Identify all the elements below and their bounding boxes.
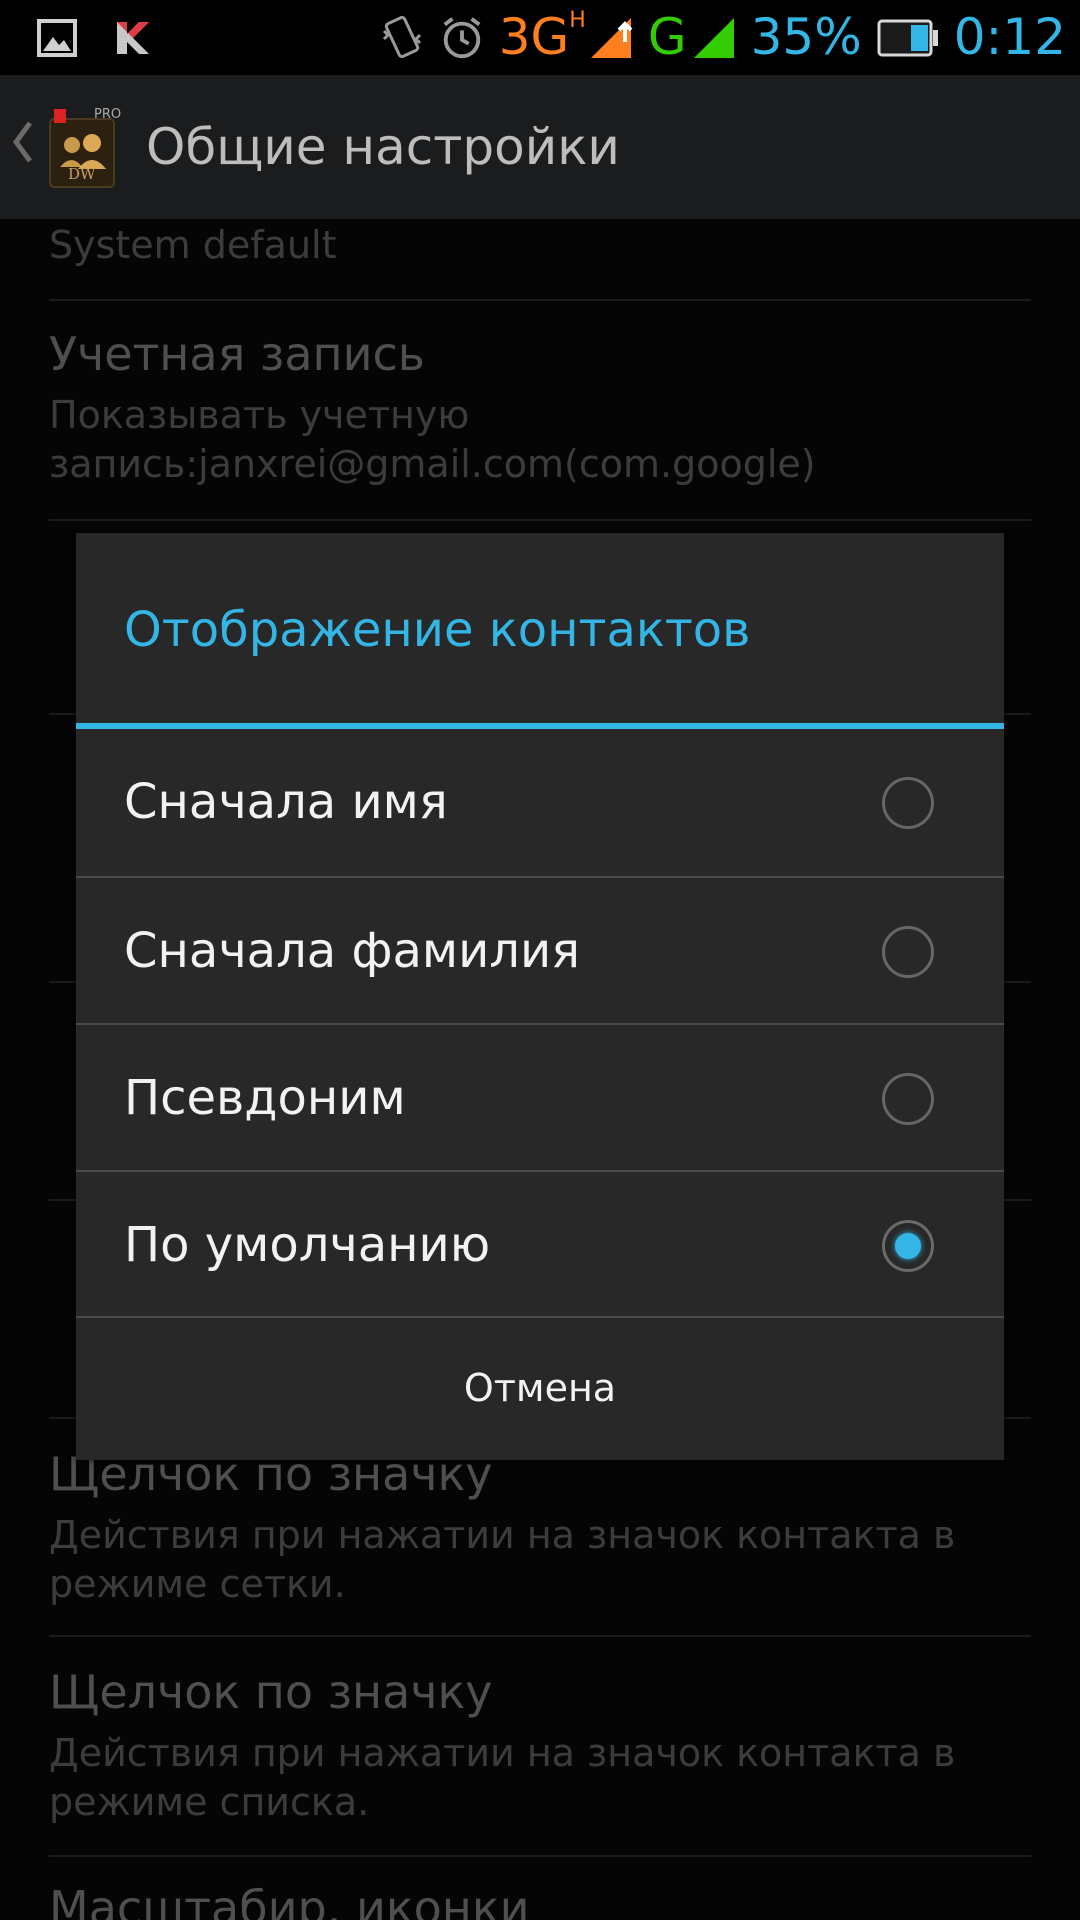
option-label: По умолчанию [124,1217,491,1273]
radio-checked-icon[interactable] [882,1220,934,1272]
contact-display-dialog: Отображение контактов Сначала имя Сначал… [76,533,1004,1460]
signal-orange-icon [588,15,634,61]
radio-unchecked-icon[interactable] [882,1073,934,1125]
back-chevron-icon[interactable] [10,117,44,178]
clock: 0:12 [953,8,1066,66]
network-3g-label: 3G [498,8,570,66]
signal-green-icon [691,15,737,61]
battery-icon [876,15,940,61]
status-bar: 3G H G 35% 0:12 [0,0,1080,75]
option-default[interactable]: По умолчанию [76,1172,1004,1319]
network-g-label: G [647,8,687,66]
dialog-title: Отображение контактов [124,602,751,658]
network-h-label: H [569,8,586,33]
battery-percent: 35% [750,8,862,66]
option-label: Сначала имя [124,774,448,830]
app-icon-label: DW [68,165,96,183]
radio-unchecked-icon[interactable] [882,926,934,978]
page-title: Общие настройки [146,118,620,176]
action-bar: PRO DW Общие настройки [0,75,1080,219]
option-first-name[interactable]: Сначала имя [76,729,1004,876]
cancel-button[interactable]: Отмена [76,1316,1004,1460]
gallery-notification-icon [34,15,80,61]
alarm-icon [439,15,485,61]
app-icon[interactable]: PRO DW [48,105,122,189]
option-nickname[interactable]: Псевдоним [76,1025,1004,1172]
app-icon-badge: PRO [94,107,122,122]
radio-unchecked-icon[interactable] [882,777,934,829]
option-label: Псевдоним [124,1070,406,1126]
option-label: Сначала фамилия [124,923,581,979]
kaspersky-icon [110,15,156,61]
vibrate-icon [379,15,425,61]
option-last-name[interactable]: Сначала фамилия [76,878,1004,1025]
